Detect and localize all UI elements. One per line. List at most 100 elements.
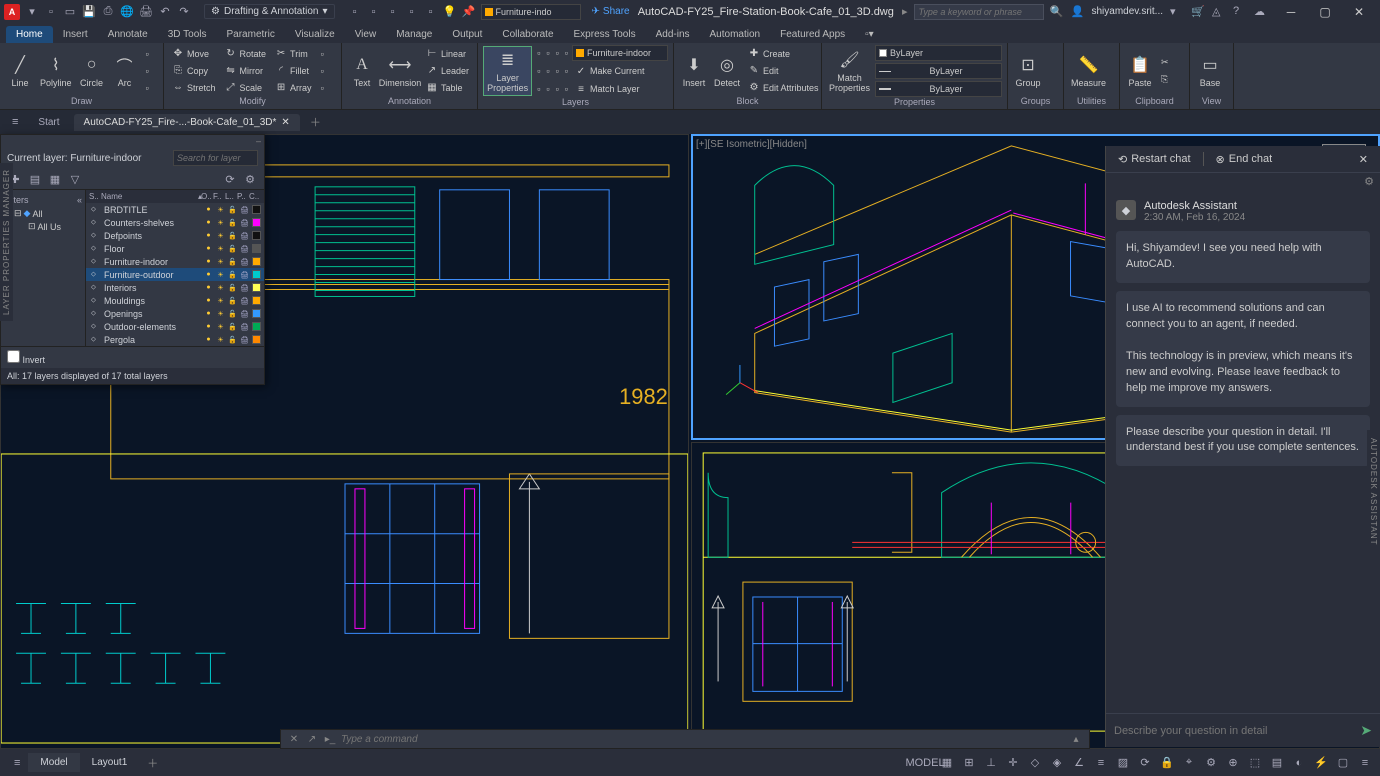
layer-plot-icon[interactable]: 🖨: [240, 244, 249, 253]
trim-button[interactable]: ✂Trim: [272, 46, 315, 62]
collapse-icon[interactable]: «: [77, 195, 82, 205]
layer-on-icon[interactable]: ●: [204, 309, 213, 318]
command-line[interactable]: ✕ ↗ ▸_ ▴: [280, 729, 1090, 749]
cycling-icon[interactable]: ⟳: [1136, 754, 1154, 772]
linetype-dropdown[interactable]: ByLayer: [875, 63, 1002, 79]
tab-home[interactable]: Home: [6, 26, 53, 43]
cmdline-close-icon[interactable]: ✕: [287, 732, 301, 746]
layer-freeze-icon[interactable]: ☀: [216, 309, 225, 318]
layer-color-swatch[interactable]: [252, 205, 261, 214]
chevron-down-icon[interactable]: ▾: [1170, 5, 1184, 19]
new-group-icon[interactable]: ▦: [47, 171, 63, 187]
layer-freeze-icon[interactable]: ☀: [216, 205, 225, 214]
start-tab[interactable]: Start: [28, 114, 69, 131]
layer-color-swatch[interactable]: [252, 231, 261, 240]
help-search-input[interactable]: [914, 4, 1044, 20]
draw-flyout-3[interactable]: ▫: [143, 80, 152, 96]
lineweight-icon[interactable]: ≡: [1092, 754, 1110, 772]
paste-button[interactable]: 📋Paste: [1125, 52, 1155, 90]
draw-flyout-2[interactable]: ▫: [143, 63, 152, 79]
tab-automation[interactable]: Automation: [700, 26, 771, 43]
transparency-icon[interactable]: ▨: [1114, 754, 1132, 772]
table-button[interactable]: ▦Table: [423, 80, 472, 96]
tab-visualize[interactable]: Visualize: [285, 26, 345, 43]
layer-row[interactable]: ⬦ Counters-shelves ● ☀ 🔓 🖨: [86, 216, 264, 229]
layer-color-swatch[interactable]: [252, 257, 261, 266]
maximize-button[interactable]: ▢: [1308, 0, 1342, 23]
save-icon[interactable]: 💾: [82, 5, 96, 19]
layer-states-icon[interactable]: ▤: [27, 171, 43, 187]
isolate-icon[interactable]: ◐: [1290, 754, 1308, 772]
matchlayer-button[interactable]: ≡Match Layer: [572, 81, 643, 97]
model-tab[interactable]: Model: [28, 753, 79, 772]
grid-icon[interactable]: ▦: [938, 754, 956, 772]
tab-3dtools[interactable]: 3D Tools: [158, 26, 217, 43]
layer-on-icon[interactable]: ●: [204, 218, 213, 227]
qat-icon-5[interactable]: ▫: [424, 5, 438, 19]
layer-row[interactable]: ⬦ Interiors ● ☀ 🔓 🖨: [86, 281, 264, 294]
layer-color-swatch[interactable]: [252, 283, 261, 292]
layer-plot-icon[interactable]: 🖨: [240, 257, 249, 266]
layer-freeze-icon[interactable]: ☀: [216, 244, 225, 253]
lineweight-dropdown[interactable]: ByLayer: [875, 81, 1002, 97]
filter-all[interactable]: ⊟◆All: [4, 207, 82, 220]
stretch-button[interactable]: ⇔Stretch: [169, 80, 219, 96]
circle-button[interactable]: ○Circle: [77, 52, 107, 90]
document-tab[interactable]: AutoCAD-FY25_Fire-...-Book-Cafe_01_3D*✕: [74, 114, 300, 131]
tab-expresstools[interactable]: Express Tools: [564, 26, 646, 43]
workspace-icon[interactable]: ⚙: [1202, 754, 1220, 772]
annovisibility-icon[interactable]: ⌖: [1180, 754, 1198, 772]
layer-on-icon[interactable]: ●: [204, 283, 213, 292]
pin-icon[interactable]: 📌: [462, 5, 476, 19]
layer-color-swatch[interactable]: [252, 218, 261, 227]
cart-icon[interactable]: 🛒: [1191, 5, 1205, 19]
layer-on-icon[interactable]: ●: [204, 257, 213, 266]
assistant-close-button[interactable]: ✕: [1359, 153, 1368, 166]
layer-freeze-icon[interactable]: ☀: [216, 283, 225, 292]
restart-chat-button[interactable]: ⟲Restart chat: [1118, 153, 1191, 166]
layer-lock-icon[interactable]: 🔓: [228, 283, 237, 292]
layer-plot-icon[interactable]: 🖨: [240, 231, 249, 240]
menu-dropdown-icon[interactable]: ▾: [25, 5, 39, 19]
layer-lock-icon[interactable]: 🔓: [228, 218, 237, 227]
layer-freeze-icon[interactable]: ☀: [216, 270, 225, 279]
assistant-side-tab[interactable]: AUTODESK ASSISTANT: [1367, 430, 1380, 554]
array-button[interactable]: ⊞Array: [272, 80, 315, 96]
tab-parametric[interactable]: Parametric: [216, 26, 284, 43]
layer-plot-icon[interactable]: 🖨: [240, 270, 249, 279]
layer-plot-icon[interactable]: 🖨: [240, 335, 249, 344]
settings-icon[interactable]: ⚙: [242, 171, 258, 187]
layer-row[interactable]: ⬦ BRDTITLE ● ☀ 🔓 🖨: [86, 203, 264, 216]
layer-row[interactable]: ⬦ Openings ● ☀ 🔓 🖨: [86, 307, 264, 320]
layer-freeze-icon[interactable]: ☀: [216, 218, 225, 227]
copy-button[interactable]: ⎘Copy: [169, 63, 219, 79]
makecurrent-button[interactable]: ✓Make Current: [572, 63, 648, 79]
layer-on-icon[interactable]: ●: [204, 231, 213, 240]
layer-lock-icon[interactable]: 🔓: [228, 270, 237, 279]
layer-on-icon[interactable]: ●: [204, 296, 213, 305]
detect-button[interactable]: ◎Detect: [712, 52, 742, 90]
layer-freeze-icon[interactable]: ☀: [216, 296, 225, 305]
polar-icon[interactable]: ✛: [1004, 754, 1022, 772]
cleanscreen-icon[interactable]: ▢: [1334, 754, 1352, 772]
insert-button[interactable]: ⬇Insert: [679, 52, 709, 90]
modify-flyout-2[interactable]: ▫: [318, 63, 327, 79]
current-layer-dropdown[interactable]: Furniture-indoor: [572, 45, 668, 61]
tab-overflow[interactable]: ▫▾: [855, 26, 884, 43]
filter-allused[interactable]: ⊡All Us: [4, 220, 82, 233]
close-button[interactable]: ✕: [1342, 0, 1376, 23]
layer-tool-12[interactable]: ▫: [563, 81, 570, 97]
snap-icon[interactable]: ⊞: [960, 754, 978, 772]
layer-tool-8[interactable]: ▫: [563, 63, 570, 79]
hamburger-icon[interactable]: ≡: [6, 116, 24, 128]
layer-on-icon[interactable]: ●: [204, 244, 213, 253]
create-button[interactable]: ✚Create: [745, 46, 822, 62]
layer-tool-1[interactable]: ▫: [535, 45, 542, 61]
plot-icon[interactable]: 🖨: [139, 5, 153, 19]
layer-row[interactable]: ⬦ Outdoor-elements ● ☀ 🔓 🖨: [86, 320, 264, 333]
layer-on-icon[interactable]: ●: [204, 205, 213, 214]
end-chat-button[interactable]: ⊗End chat: [1216, 153, 1273, 166]
layer-tool-10[interactable]: ▫: [544, 81, 551, 97]
measure-button[interactable]: 📏Measure: [1069, 52, 1108, 90]
layer-color-swatch[interactable]: [252, 244, 261, 253]
